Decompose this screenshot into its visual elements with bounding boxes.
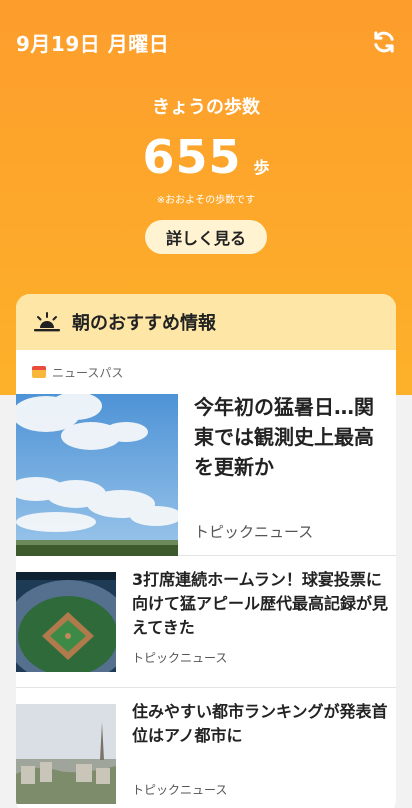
steps-title: きょうの歩数 [152, 97, 260, 118]
article-item[interactable]: 3打席連続ホームラン！球宴投票に向けて猛アピール歴代最高記録が見えてきた トピッ… [16, 556, 396, 688]
refresh-icon [374, 31, 394, 53]
recommend-title: 朝のおすすめ情報 [72, 313, 216, 334]
article-category: トピックニュース [132, 783, 228, 797]
date-label: 9月19日 月曜日 [16, 32, 170, 56]
sky-clouds-image [16, 394, 178, 556]
article-title: 住みやすい都市ランキングが発表首位はアノ都市に [132, 702, 388, 745]
article-category: トピックニュース [132, 651, 228, 665]
steps-count: 655 歩 [0, 130, 412, 184]
article-title: 3打席連続ホームラン！球宴投票に向けて猛アピール歴代最高記録が見えてきた [132, 570, 389, 637]
steps-value: 655 [142, 130, 242, 184]
featured-article-category: トピックニュース [194, 523, 314, 541]
detail-button[interactable]: 詳しく見る [145, 220, 267, 254]
steps-unit: 歩 [253, 158, 270, 177]
refresh-button[interactable] [370, 28, 398, 56]
news-source: ニュースパス [16, 350, 396, 394]
recommend-header: 朝のおすすめ情報 [16, 294, 396, 350]
sunrise-icon [34, 312, 60, 332]
steps-note: ※おおよその歩数です [156, 195, 256, 206]
news-source-label: ニュースパス [52, 365, 124, 380]
featured-article-title: 今年初の猛暑日…関東では観測史上最高を更新か [194, 395, 374, 479]
recommend-card: 朝のおすすめ情報 ニュースパス 今年初の猛暑日…関東では観測史上最高を更新か ト… [16, 294, 396, 808]
featured-article[interactable]: 今年初の猛暑日…関東では観測史上最高を更新か トピックニュース [16, 394, 396, 556]
article-item[interactable]: 住みやすい都市ランキングが発表首位はアノ都市に トピックニュース [16, 688, 396, 808]
baseball-stadium-image [16, 572, 116, 672]
news-source-logo-icon [32, 366, 46, 378]
city-skyline-image [16, 704, 116, 804]
